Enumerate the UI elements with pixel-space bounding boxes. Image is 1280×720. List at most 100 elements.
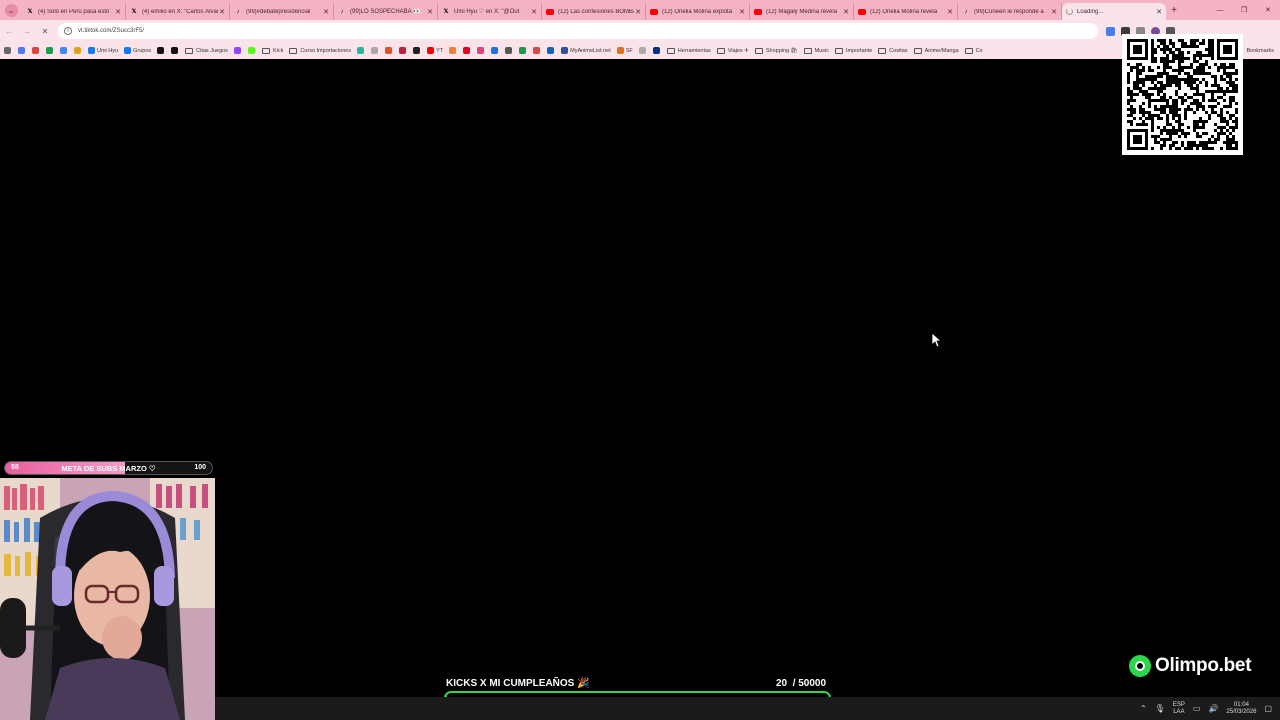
- bookmark-favicon-icon: [427, 47, 435, 54]
- bookmark-item[interactable]: [413, 47, 422, 54]
- bookmark-item[interactable]: Umi Hyu: [88, 47, 118, 54]
- close-tab-icon[interactable]: ✕: [634, 8, 642, 16]
- browser-tab[interactable]: ♪ (99)#debatepresidencial ✕: [230, 3, 334, 20]
- bookmark-item[interactable]: [491, 47, 500, 54]
- clock-time: 01:04: [1233, 701, 1249, 708]
- bookmark-item[interactable]: SF: [616, 47, 633, 54]
- bookmark-item[interactable]: [247, 47, 257, 54]
- bookmark-item[interactable]: [519, 47, 528, 54]
- close-window-icon[interactable]: ✕: [1256, 0, 1280, 20]
- browser-tab[interactable]: (12) Las confesiones BOMBA ✕: [542, 3, 646, 20]
- browser-tab[interactable]: 𝕏 Umi Hyu ♡ en X: "@Out ✕: [438, 3, 542, 20]
- bookmark-folder[interactable]: Music: [803, 47, 829, 54]
- bookmark-favicon-icon: [491, 47, 499, 54]
- close-tab-icon[interactable]: ✕: [530, 8, 538, 16]
- stop-loading-button[interactable]: ✕: [36, 21, 54, 41]
- bookmark-folder[interactable]: Herramientas: [666, 47, 711, 54]
- bookmark-item[interactable]: Grupos: [124, 47, 151, 54]
- bookmark-item[interactable]: [399, 47, 408, 54]
- clock[interactable]: 01:04 25/03/2026: [1226, 702, 1256, 716]
- minimize-icon[interactable]: —: [1208, 0, 1232, 20]
- browser-tab[interactable]: 𝕏 (4) emilio en X: "Carlos Álvarez ✕: [126, 3, 230, 20]
- bookmark-item[interactable]: [547, 47, 556, 54]
- bookmark-label: SF: [625, 47, 633, 54]
- bookmark-favicon-icon: [413, 47, 421, 54]
- bookmark-favicon-icon: [357, 47, 365, 54]
- close-tab-icon[interactable]: ✕: [946, 8, 954, 16]
- browser-tab[interactable]: ♪ (99)LO SOSPECHABA 👀 ✕: [334, 3, 438, 20]
- close-tab-icon[interactable]: ✕: [1155, 8, 1163, 16]
- browser-tab[interactable]: (12) Onelia Molina explota ✕: [646, 3, 750, 20]
- bookmark-item[interactable]: [652, 47, 662, 54]
- bookmark-item[interactable]: [505, 47, 514, 54]
- clock-date: 25/03/2026: [1226, 708, 1257, 715]
- browser-tab[interactable]: 𝕏 (4) Solo en Perú pasa esto ✕: [22, 3, 126, 20]
- bookmark-item[interactable]: [171, 47, 180, 54]
- site-info-icon[interactable]: i: [64, 27, 72, 35]
- bookmark-item[interactable]: MyAnimeList.net: [561, 47, 611, 54]
- close-tab-icon[interactable]: ✕: [426, 8, 434, 16]
- bookmark-folder[interactable]: Curso Importaciones: [289, 47, 351, 54]
- tab-title: Umi Hyu ♡ en X: "@Out: [454, 9, 520, 15]
- tab-search-button[interactable]: ⌄: [0, 0, 22, 20]
- new-tab-button[interactable]: +: [1166, 5, 1182, 16]
- close-tab-icon[interactable]: ✕: [114, 8, 122, 16]
- bookmark-item[interactable]: [449, 47, 458, 54]
- browser-tab[interactable]: ♪ (99)Cuneen le responde a ✕: [958, 3, 1062, 20]
- browser-tab[interactable]: (12) Magaly Medina revela ✕: [750, 3, 854, 20]
- bookmark-item[interactable]: [18, 47, 27, 54]
- bookmark-item[interactable]: [46, 47, 55, 54]
- maximize-icon[interactable]: ❐: [1232, 0, 1256, 20]
- bookmark-folder[interactable]: Viajes ✈: [716, 47, 749, 54]
- bookmark-item[interactable]: [533, 47, 542, 54]
- volume-icon[interactable]: 🔊: [1208, 704, 1218, 713]
- chevron-down-icon: ⌄: [4, 3, 18, 17]
- browser-tab[interactable]: (12) Onelia Molina revela ✕: [854, 3, 958, 20]
- kicks-goal-label: KICKS X MI CUMPLEAÑOS 🎉: [446, 678, 590, 689]
- wifi-icon[interactable]: ▭: [1193, 704, 1201, 713]
- tab-title: (99)Cuneen le responde a: [974, 8, 1044, 15]
- folder-icon: [666, 47, 675, 54]
- bookmark-folder[interactable]: Importante: [834, 47, 872, 54]
- bookmark-favicon-icon: [449, 47, 457, 54]
- address-bar[interactable]: i vt.tiktok.com/ZSucc3rF5/: [58, 23, 1098, 39]
- bookmark-item[interactable]: [638, 47, 648, 54]
- bookmark-item[interactable]: [463, 47, 472, 54]
- bookmark-label: Grupos: [133, 47, 152, 54]
- bookmark-item[interactable]: [74, 47, 83, 54]
- bookmark-folder[interactable]: Anime/Manga: [913, 47, 959, 54]
- arrow-left-icon: ←: [5, 26, 13, 36]
- language-indicator[interactable]: ESP LAA: [1173, 702, 1185, 716]
- x-logo-icon: 𝕏: [443, 9, 449, 15]
- bookmark-item[interactable]: [385, 47, 394, 54]
- bookmark-folder[interactable]: Co: [964, 47, 983, 54]
- back-button[interactable]: ←: [0, 21, 18, 41]
- bookmark-item[interactable]: [477, 47, 486, 54]
- close-tab-icon[interactable]: ✕: [738, 8, 746, 16]
- bookmark-item[interactable]: [371, 47, 380, 54]
- all-bookmarks-button[interactable]: Bookmarks: [1246, 42, 1274, 59]
- apps-grid-icon[interactable]: [4, 47, 13, 54]
- tiktok-logo-icon: ♪: [964, 8, 968, 15]
- forward-button[interactable]: →: [18, 21, 36, 41]
- bookmark-item[interactable]: [32, 47, 41, 54]
- bookmark-item[interactable]: YT: [427, 47, 443, 54]
- bookmark-folder[interactable]: Kick: [261, 47, 283, 54]
- bookmark-folder[interactable]: Citas Juegos: [185, 47, 228, 54]
- notification-icon[interactable]: ▢: [1264, 704, 1272, 713]
- close-tab-icon[interactable]: ✕: [218, 8, 226, 16]
- extension-icon[interactable]: [1106, 26, 1115, 36]
- close-tab-icon[interactable]: ✕: [322, 8, 330, 16]
- bookmark-folder[interactable]: Shopping 🛍: [754, 47, 798, 54]
- bookmark-item[interactable]: [157, 47, 166, 54]
- microphone-icon[interactable]: 🎙: [1155, 704, 1165, 713]
- bookmark-item[interactable]: [233, 47, 243, 54]
- browser-tab[interactable]: Loading... ✕: [1062, 3, 1166, 20]
- bookmark-item[interactable]: [357, 47, 366, 54]
- close-tab-icon[interactable]: ✕: [842, 8, 850, 16]
- close-tab-icon[interactable]: ✕: [1050, 8, 1058, 16]
- bookmark-item[interactable]: [60, 47, 69, 54]
- bookmark-label: Citas Juegos: [196, 47, 228, 54]
- chevron-up-icon[interactable]: ⌃: [1140, 704, 1147, 713]
- bookmark-folder[interactable]: Cositas: [878, 47, 908, 54]
